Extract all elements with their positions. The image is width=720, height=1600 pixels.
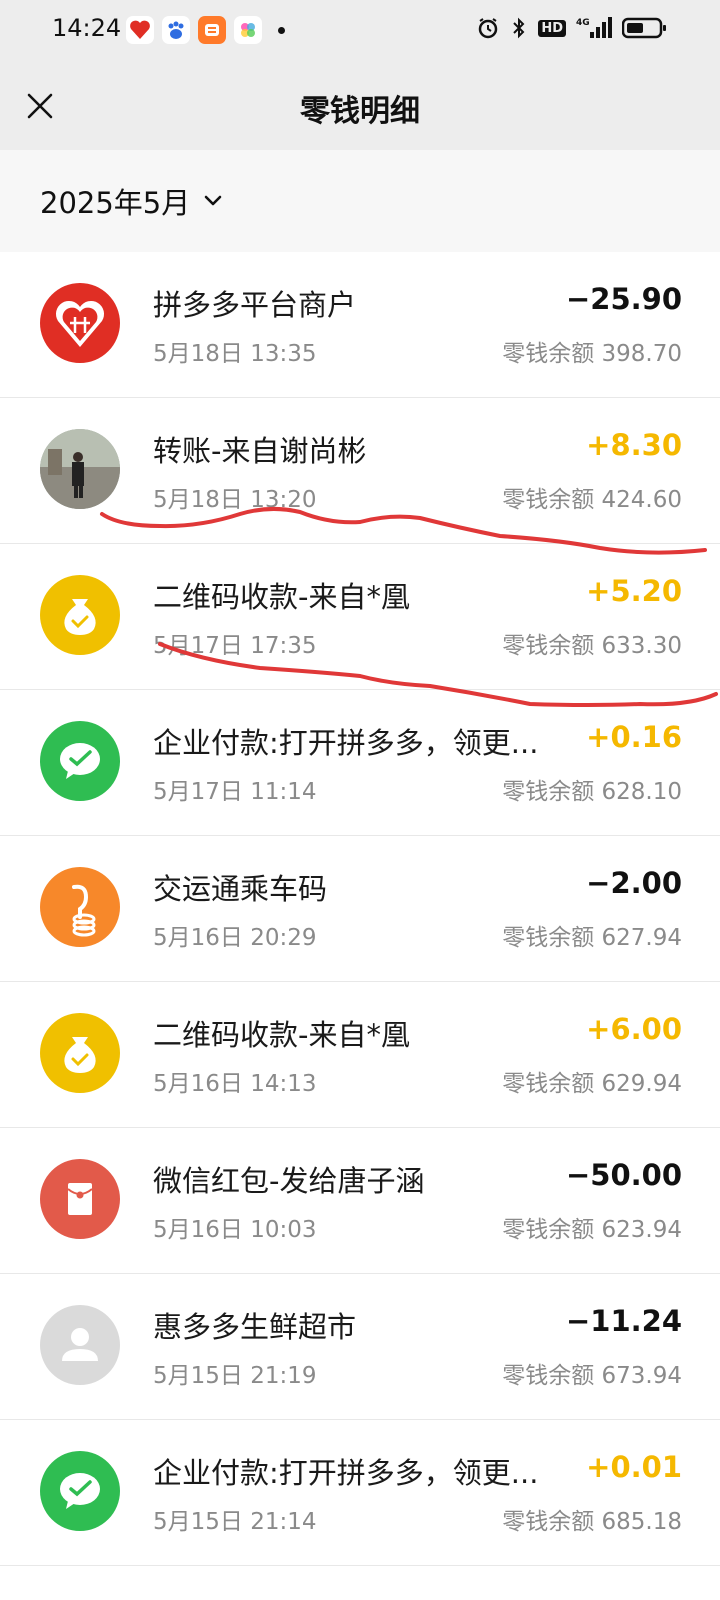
transaction-time: 5月18日 13:35 [153,341,317,367]
transaction-balance: 零钱余额 685.18 [502,1509,682,1535]
transaction-time: 5月17日 11:14 [153,779,317,805]
transaction-time: 5月15日 21:19 [153,1363,317,1389]
transaction-amount: +5.20 [586,574,682,608]
transaction-row[interactable]: 转账-来自谢尚彬 5月18日 13:20 +8.30 零钱余额 424.60 [0,398,720,544]
transaction-title: 拼多多平台商户 [153,288,357,322]
transaction-amount: −2.00 [586,866,682,900]
transaction-row[interactable]: 拼多多平台商户 5月18日 13:35 −25.90 零钱余额 398.70 [0,252,720,398]
status-right-icons: HD 4G [476,16,668,40]
money-bag-icon [40,1013,120,1093]
transaction-time: 5月17日 17:35 [153,633,317,659]
transaction-amount: +0.01 [586,1450,682,1484]
month-label: 2025年5月 [40,186,191,220]
baidu-icon [162,16,190,44]
pinduoduo-icon [126,16,154,44]
transaction-time: 5月16日 20:29 [153,925,317,951]
signal-icon: 4G [576,17,612,38]
page-title: 零钱明细 [300,94,420,129]
status-bar: 14:24 HD 4G [0,0,720,62]
transaction-time: 5月15日 21:14 [153,1509,317,1535]
chevron-down-icon [204,195,222,206]
user-photo-avatar [40,429,120,509]
transaction-row[interactable]: 微信红包-发给唐子涵 5月16日 10:03 −50.00 零钱余额 623.9… [0,1128,720,1274]
status-time: 14:24 [52,14,122,42]
month-selector[interactable]: 2025年5月 [40,180,224,222]
wechat-pay-icon [40,721,120,801]
alarm-icon [479,18,498,39]
transaction-balance: 零钱余额 629.94 [502,1071,682,1097]
transaction-amount: −11.24 [565,1304,682,1338]
transit-code-icon [40,867,120,947]
transaction-amount: +6.00 [586,1012,682,1046]
money-bag-icon [40,575,120,655]
header-bar: 零钱明细 [0,62,720,150]
transaction-amount: −50.00 [565,1158,682,1192]
transaction-balance: 零钱余额 673.94 [502,1363,682,1389]
transaction-balance: 零钱余额 424.60 [502,487,682,513]
bluetooth-icon [513,17,525,39]
transaction-row[interactable]: 二维码收款-来自*凰 5月17日 17:35 +5.20 零钱余额 633.30 [0,544,720,690]
battery-icon [622,17,666,39]
notification-dot [278,26,285,34]
pinduoduo-icon [40,283,120,363]
svg-text:4G: 4G [576,18,590,28]
wechat-pay-icon [40,1451,120,1531]
transaction-amount: −25.90 [565,282,682,316]
status-app-icons [126,16,285,44]
transaction-amount: +0.16 [586,720,682,754]
transaction-list: 拼多多平台商户 5月18日 13:35 −25.90 零钱余额 398.70 转… [0,252,720,1566]
transaction-time: 5月16日 10:03 [153,1217,317,1243]
transaction-balance: 零钱余额 627.94 [502,925,682,951]
transaction-title: 二维码收款-来自*凰 [153,580,410,614]
transaction-balance: 零钱余额 633.30 [502,633,682,659]
transaction-row[interactable]: 企业付款:打开拼多多，领更... 5月15日 21:14 +0.01 零钱余额 … [0,1420,720,1566]
transaction-title: 二维码收款-来自*凰 [153,1018,410,1052]
transaction-title: 转账-来自谢尚彬 [153,434,367,468]
transaction-title: 企业付款:打开拼多多，领更... [153,1456,539,1490]
red-packet-icon [40,1159,120,1239]
transaction-row[interactable]: 惠多多生鲜超市 5月15日 21:19 −11.24 零钱余额 673.94 [0,1274,720,1420]
taobao-icon [198,16,226,44]
transaction-balance: 零钱余额 398.70 [502,341,682,367]
hd-icon: HD [538,19,566,37]
transaction-title: 交运通乘车码 [153,872,328,906]
photos-icon [234,16,262,44]
transaction-row[interactable]: 二维码收款-来自*凰 5月16日 14:13 +6.00 零钱余额 629.94 [0,982,720,1128]
filter-bar: 2025年5月 [0,150,720,252]
transaction-title: 企业付款:打开拼多多，领更... [153,726,539,760]
transaction-title: 惠多多生鲜超市 [153,1310,357,1344]
transaction-balance: 零钱余额 623.94 [502,1217,682,1243]
transaction-row[interactable]: 交运通乘车码 5月16日 20:29 −2.00 零钱余额 627.94 [0,836,720,982]
transaction-balance: 零钱余额 628.10 [502,779,682,805]
transaction-row[interactable]: 企业付款:打开拼多多，领更... 5月17日 11:14 +0.16 零钱余额 … [0,690,720,836]
transaction-title: 微信红包-发给唐子涵 [153,1164,425,1198]
transaction-time: 5月18日 13:20 [153,487,317,513]
transaction-time: 5月16日 14:13 [153,1071,317,1097]
transaction-amount: +8.30 [586,428,682,462]
default-user-icon [40,1305,120,1385]
